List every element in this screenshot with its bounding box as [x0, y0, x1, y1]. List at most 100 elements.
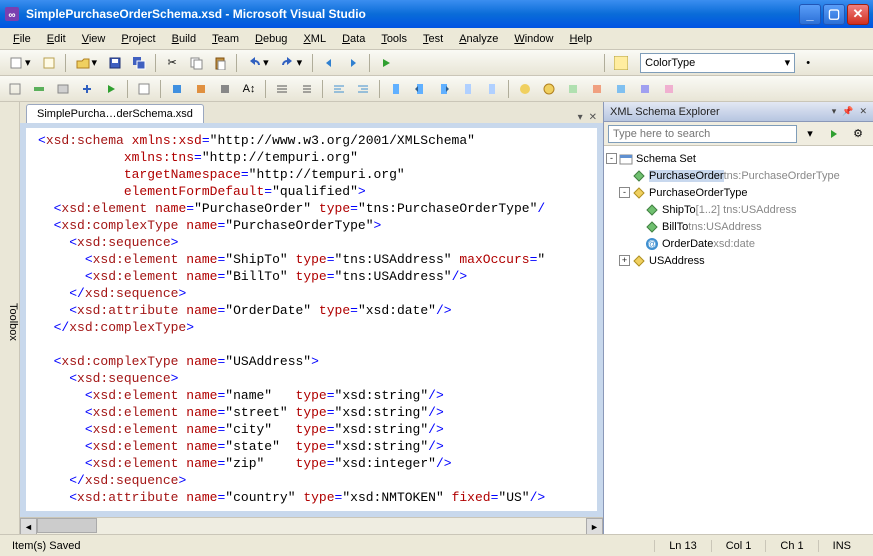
menu-data[interactable]: Data [335, 31, 372, 47]
open-button[interactable]: ▾ [71, 52, 103, 74]
comment-button[interactable] [328, 78, 350, 100]
tree-node[interactable]: - PurchaseOrderType [606, 184, 871, 201]
menu-window[interactable]: Window [507, 31, 560, 47]
code-line: </xsd:complexType> [38, 319, 589, 336]
scroll-left-button[interactable]: ◄ [20, 518, 37, 534]
menu-view[interactable]: View [75, 31, 113, 47]
menu-xml[interactable]: XML [296, 31, 333, 47]
tab-close-icon[interactable]: ✕ [589, 112, 597, 123]
type-go-button[interactable]: • [797, 52, 819, 74]
maximize-button[interactable]: ▢ [823, 4, 845, 25]
tree-suffix: tns:PurchaseOrderType [724, 170, 840, 182]
menu-debug[interactable]: Debug [248, 31, 294, 47]
tree-toggle[interactable]: - [619, 187, 630, 198]
search-dropdown-icon[interactable]: ▾ [799, 123, 821, 145]
close-button[interactable]: ✕ [847, 4, 869, 25]
tree-toggle[interactable]: + [619, 255, 630, 266]
tb2-btn[interactable] [481, 78, 503, 100]
tree-node[interactable]: @OrderDate xsd:date [606, 235, 871, 252]
tb2-btn[interactable]: A↕ [238, 78, 260, 100]
scroll-right-button[interactable]: ► [586, 518, 603, 534]
uncomment-button[interactable] [352, 78, 374, 100]
menu-team[interactable]: Team [205, 31, 246, 47]
tree-label: PurchaseOrder [649, 170, 724, 182]
scroll-thumb[interactable] [37, 518, 97, 533]
schema-tree[interactable]: -Schema SetPurchaseOrder tns:PurchaseOrd… [604, 146, 873, 534]
code-line: <xsd:sequence> [38, 234, 589, 251]
pin-icon[interactable]: 📌 [842, 106, 853, 117]
tb2-btn[interactable] [4, 78, 26, 100]
color-type-icon[interactable] [610, 52, 632, 74]
code-editor-panel: SimplePurcha…derSchema.xsd ▾ ✕ <xsd:sche… [20, 102, 603, 534]
search-settings-icon[interactable]: ⚙ [847, 123, 869, 145]
save-all-button[interactable] [128, 52, 150, 74]
tree-node[interactable]: +USAddress [606, 252, 871, 269]
add-item-button[interactable] [38, 52, 60, 74]
status-col: Col 1 [711, 540, 766, 552]
tb2-btn[interactable] [514, 78, 536, 100]
tree-toggle[interactable]: - [606, 153, 617, 164]
code-line: <xsd:complexType name="USAddress"> [38, 353, 589, 370]
menu-analyze[interactable]: Analyze [452, 31, 505, 47]
tb2-btn[interactable] [634, 78, 656, 100]
editor-tab-active[interactable]: SimplePurcha…derSchema.xsd [26, 104, 204, 123]
start-button[interactable] [375, 52, 397, 74]
tb2-btn[interactable] [166, 78, 188, 100]
horizontal-scrollbar[interactable]: ◄ ► [20, 517, 603, 534]
menu-tools[interactable]: Tools [374, 31, 414, 47]
save-button[interactable] [104, 52, 126, 74]
explorer-search-input[interactable] [608, 125, 797, 143]
tb2-btn[interactable] [190, 78, 212, 100]
tb2-btn[interactable] [457, 78, 479, 100]
bookmark-prev-button[interactable] [409, 78, 431, 100]
menu-file[interactable]: File [6, 31, 38, 47]
svg-text:∞: ∞ [8, 10, 15, 21]
search-go-button[interactable] [823, 123, 845, 145]
tb2-btn[interactable] [214, 78, 236, 100]
redo-button[interactable]: ▾ [276, 52, 308, 74]
tb2-btn[interactable] [76, 78, 98, 100]
menu-edit[interactable]: Edit [40, 31, 73, 47]
status-ins: INS [818, 540, 865, 552]
tb2-btn[interactable] [658, 78, 680, 100]
menu-help[interactable]: Help [562, 31, 599, 47]
explorer-close-icon[interactable]: ✕ [859, 106, 867, 117]
toolbox-tab[interactable]: Toolbox [0, 102, 20, 534]
tree-node[interactable]: ShipTo [1..2] tns:USAddress [606, 201, 871, 218]
explorer-menu-icon[interactable]: ▾ [832, 106, 837, 117]
menu-project[interactable]: Project [114, 31, 162, 47]
tree-label: PurchaseOrderType [649, 187, 747, 199]
nav-back-button[interactable] [318, 52, 340, 74]
menu-test[interactable]: Test [416, 31, 450, 47]
tab-dropdown-icon[interactable]: ▾ [578, 112, 583, 123]
tb2-btn[interactable] [52, 78, 74, 100]
tree-node[interactable]: -Schema Set [606, 150, 871, 167]
minimize-button[interactable]: _ [799, 4, 821, 25]
bookmark-next-button[interactable] [433, 78, 455, 100]
new-project-button[interactable]: ▾ [4, 52, 36, 74]
code-editor[interactable]: <xsd:schema xmlns:xsd="http://www.w3.org… [20, 124, 603, 517]
indent-dec-button[interactable] [271, 78, 293, 100]
tree-node[interactable]: BillTo tns:USAddress [606, 218, 871, 235]
element-icon [632, 169, 646, 183]
indent-inc-button[interactable] [295, 78, 317, 100]
tb2-btn[interactable] [610, 78, 632, 100]
code-line: <xsd:element name="street" type="xsd:str… [38, 404, 589, 421]
tb2-btn[interactable] [538, 78, 560, 100]
paste-button[interactable] [209, 52, 231, 74]
cut-button[interactable]: ✂ [161, 52, 183, 74]
undo-button[interactable]: ▾ [242, 52, 274, 74]
tree-node[interactable]: PurchaseOrder tns:PurchaseOrderType [606, 167, 871, 184]
tb2-btn[interactable] [586, 78, 608, 100]
tb2-btn[interactable] [28, 78, 50, 100]
menu-build[interactable]: Build [165, 31, 203, 47]
nav-fwd-button[interactable] [342, 52, 364, 74]
copy-button[interactable] [185, 52, 207, 74]
code-line: <xsd:element name="BillTo" type="tns:USA… [38, 268, 589, 285]
element-icon [645, 203, 659, 217]
bookmark-button[interactable] [385, 78, 407, 100]
type-dropdown[interactable]: ColorType ▾ [640, 53, 795, 73]
tb2-btn[interactable] [100, 78, 122, 100]
tb2-btn[interactable] [562, 78, 584, 100]
tb2-btn[interactable] [133, 78, 155, 100]
